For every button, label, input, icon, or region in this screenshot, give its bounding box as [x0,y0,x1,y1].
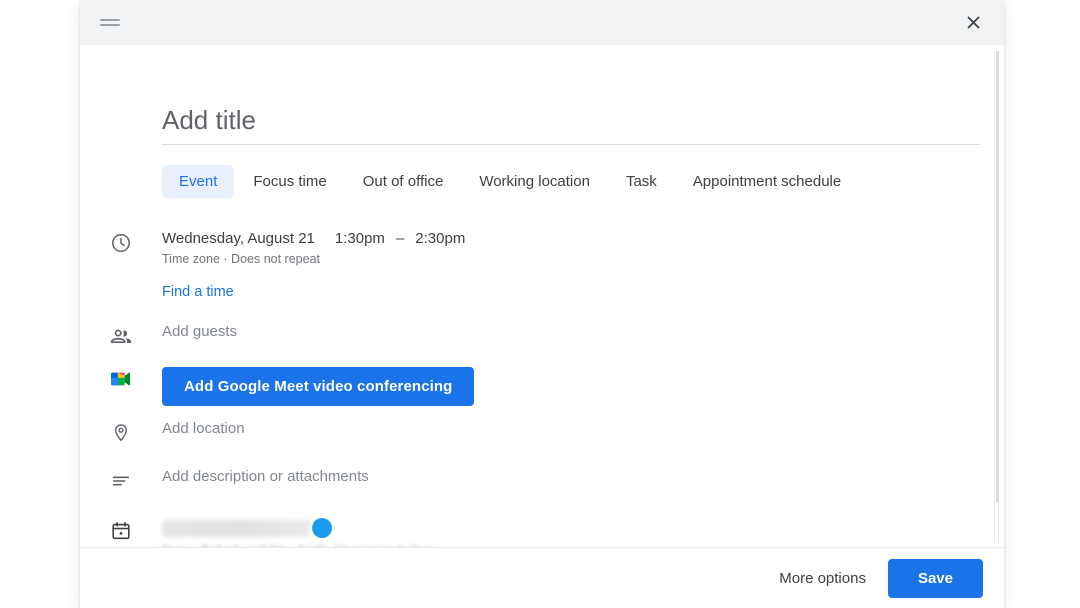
when-row: Wednesday, August 21 1:30pm – 2:30pm Tim… [80,230,1004,266]
conferencing-row: Add Google Meet video conferencing [80,367,1004,406]
calendar-owner-row[interactable] [162,518,980,538]
meet-icon-cell [80,367,162,389]
timezone-button[interactable]: Time zone [162,252,220,266]
tab-task[interactable]: Task [609,165,674,198]
tab-event[interactable]: Event [162,165,235,198]
tab-focus-time[interactable]: Focus time [236,165,343,198]
event-start-time[interactable]: 1:30pm [335,230,385,247]
tab-working-location[interactable]: Working location [462,165,607,198]
dialog-scroll-body: Event Focus time Out of office Working l… [80,45,1004,547]
when-datetime: Wednesday, August 21 1:30pm – 2:30pm [162,230,980,247]
more-options-button[interactable]: More options [765,560,880,597]
calendar-name-redacted [162,519,310,537]
when-content: Wednesday, August 21 1:30pm – 2:30pm Tim… [162,230,1004,266]
screen: Event Focus time Out of office Working l… [0,0,1080,608]
event-create-dialog: Event Focus time Out of office Working l… [80,0,1004,608]
people-icon [110,329,132,343]
tab-appointment-schedule[interactable]: Appointment schedule [676,165,858,198]
dialog-footer: More options Save [80,547,1004,608]
time-range-dash: – [395,230,405,247]
event-end-time[interactable]: 2:30pm [415,230,465,247]
when-icon-cell [80,230,162,254]
close-icon [966,16,980,29]
description-row: Add description or attachments [80,468,1004,500]
scrollbar-thumb[interactable] [996,51,999,503]
location-row: Add location [80,420,1004,452]
drag-handle-bar [100,19,120,21]
drag-handle-icon[interactable] [100,17,120,29]
event-type-tabs: Event Focus time Out of office Working l… [162,165,1004,198]
calendar-icon [112,522,130,540]
guests-row: Add guests [80,323,1004,355]
subline-separator: · [223,252,228,266]
title-row [162,61,980,145]
calendar-icon-cell [80,518,162,542]
add-google-meet-button[interactable]: Add Google Meet video conferencing [162,367,475,406]
clock-icon [112,234,130,252]
guests-content: Add guests [162,323,1004,340]
drag-handle-bar [100,24,120,26]
tab-out-of-office[interactable]: Out of office [346,165,461,198]
calendar-color-dot[interactable] [312,518,332,538]
location-icon-cell [80,420,162,444]
meet-content: Add Google Meet video conferencing [162,367,1004,406]
find-a-time-link[interactable]: Find a time [162,284,234,300]
location-pin-icon [114,424,128,442]
description-icon-cell [80,468,162,492]
description-content: Add description or attachments [162,468,1004,485]
add-guests-input[interactable]: Add guests [162,323,980,340]
guests-icon-cell [80,323,162,347]
when-subline: Time zone · Does not repeat [162,252,980,266]
google-meet-icon [111,372,131,386]
calendar-settings-row: Busy · Default visibility · Notify 10 mi… [80,518,1004,547]
close-button[interactable] [956,6,990,40]
dialog-content: Event Focus time Out of office Working l… [80,45,1004,547]
repeat-button[interactable]: Does not repeat [231,252,320,266]
dialog-header [80,0,1004,45]
location-content: Add location [162,420,1004,437]
calendar-settings-content: Busy · Default visibility · Notify 10 mi… [162,518,1004,547]
calendar-details-line[interactable]: Busy · Default visibility · Notify 10 mi… [162,544,980,547]
description-lines-icon [112,476,130,486]
save-button[interactable]: Save [887,558,983,598]
add-description-input[interactable]: Add description or attachments [162,468,980,485]
title-input[interactable] [162,105,980,145]
add-location-input[interactable]: Add location [162,420,980,437]
event-date[interactable]: Wednesday, August 21 [162,230,315,247]
